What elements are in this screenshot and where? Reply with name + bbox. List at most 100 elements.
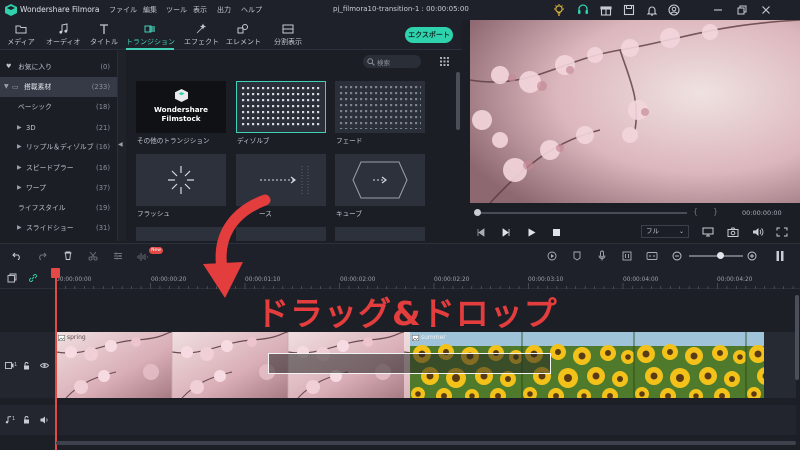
menu-edit[interactable]: 編集 bbox=[143, 5, 157, 15]
transition-thumb-fade[interactable] bbox=[335, 81, 425, 133]
menu-view[interactable]: 表示 bbox=[193, 5, 207, 15]
link-icon[interactable] bbox=[28, 273, 38, 283]
timeline-vertical-scrollbar[interactable] bbox=[795, 295, 799, 380]
tab-audio-label: オーディオ bbox=[46, 38, 81, 46]
category-lifestyle[interactable]: ライフスタイル (19) bbox=[0, 198, 118, 218]
tab-titles-label: タイトル bbox=[90, 38, 118, 46]
seek-handle[interactable] bbox=[474, 209, 481, 216]
expand-arrow-icon: ▶ bbox=[17, 124, 22, 131]
transition-thumb-dissolve[interactable] bbox=[236, 81, 326, 133]
marker-icon[interactable] bbox=[572, 251, 582, 261]
lock-icon[interactable] bbox=[23, 416, 30, 424]
text-icon bbox=[100, 24, 108, 34]
audio-waveform-icon[interactable] bbox=[136, 252, 148, 262]
category-label: ワープ bbox=[26, 184, 46, 192]
flash-burst-icon bbox=[168, 166, 194, 194]
transition-thumb-filmstock[interactable]: Wondershare Filmstock bbox=[136, 81, 226, 133]
snapshot-camera-icon[interactable] bbox=[727, 227, 739, 237]
render-preview-icon[interactable] bbox=[547, 251, 557, 261]
fullscreen-icon[interactable] bbox=[776, 227, 788, 237]
transition-drop-zone[interactable] bbox=[268, 353, 551, 374]
zoom-in-icon[interactable] bbox=[747, 251, 757, 261]
expand-arrow-icon: ▶ bbox=[17, 143, 22, 150]
transition-thumb-row4[interactable] bbox=[335, 227, 425, 241]
zoom-slider[interactable] bbox=[689, 255, 743, 257]
delete-icon[interactable] bbox=[63, 251, 73, 260]
transition-label: その他のトランジション bbox=[137, 137, 210, 145]
adjust-icon[interactable] bbox=[113, 251, 123, 261]
tab-split-screen-label: 分割表示 bbox=[274, 38, 302, 46]
add-track-icon[interactable] bbox=[7, 273, 17, 283]
stop-icon[interactable] bbox=[552, 228, 561, 237]
menu-tools[interactable]: ツール bbox=[166, 5, 187, 15]
zoom-out-icon[interactable] bbox=[672, 251, 682, 261]
menu-export[interactable]: 出力 bbox=[217, 5, 231, 15]
ruler-label: 00:00:04:20 bbox=[717, 277, 753, 283]
playhead-handle[interactable] bbox=[51, 268, 60, 278]
scissors-icon[interactable] bbox=[88, 251, 98, 261]
category-basic[interactable]: ベーシック (18) bbox=[0, 97, 118, 117]
preview-quality-select[interactable]: フル ⌄ bbox=[641, 225, 689, 238]
mark-out-icon[interactable]: } bbox=[713, 207, 718, 216]
category-slideshow[interactable]: ▶ スライドショー (31) bbox=[0, 218, 118, 238]
grid-view-icon[interactable] bbox=[440, 57, 449, 66]
export-button[interactable]: エクスポート bbox=[405, 27, 453, 43]
notification-bell-icon[interactable] bbox=[645, 3, 659, 17]
minimize-icon[interactable] bbox=[711, 3, 725, 17]
previous-frame-icon[interactable] bbox=[476, 228, 486, 237]
lock-icon[interactable] bbox=[23, 362, 30, 370]
tab-effects[interactable]: エフェクト bbox=[184, 20, 219, 50]
category-3d[interactable]: ▶ 3D (21) bbox=[0, 118, 118, 138]
library-scrollbar[interactable] bbox=[456, 72, 460, 130]
volume-icon[interactable] bbox=[752, 227, 764, 237]
seek-bar[interactable] bbox=[477, 212, 687, 214]
timeline-horizontal-scrollbar[interactable] bbox=[56, 441, 796, 445]
playhead[interactable] bbox=[55, 268, 57, 450]
category-warp[interactable]: ▶ ワープ (37) bbox=[0, 178, 118, 198]
category-label: スピードブラー bbox=[26, 164, 74, 172]
tab-media[interactable]: メディア bbox=[6, 20, 36, 50]
music-note-icon bbox=[59, 23, 68, 34]
restore-icon[interactable] bbox=[735, 3, 749, 17]
play-step-icon[interactable] bbox=[501, 228, 511, 237]
eye-icon[interactable] bbox=[40, 362, 49, 369]
play-icon[interactable] bbox=[527, 228, 536, 237]
tab-titles[interactable]: タイトル bbox=[90, 20, 118, 50]
collapse-panel-icon[interactable]: ◀ bbox=[118, 141, 123, 148]
pause-track-icon[interactable] bbox=[775, 250, 785, 262]
save-icon[interactable] bbox=[622, 3, 636, 17]
gift-icon[interactable] bbox=[599, 3, 613, 17]
monitor-icon[interactable] bbox=[702, 227, 714, 237]
folder-icon: ▭ bbox=[12, 83, 19, 91]
menu-file[interactable]: ファイル bbox=[109, 5, 137, 15]
video-track-header: 1 bbox=[0, 332, 56, 398]
tab-elements[interactable]: エレメント bbox=[226, 20, 261, 50]
undo-icon[interactable] bbox=[12, 251, 22, 260]
subtitle-icon[interactable] bbox=[646, 251, 658, 261]
support-headset-icon[interactable] bbox=[576, 3, 590, 17]
audio-track[interactable] bbox=[0, 405, 796, 435]
video-track-number: 1 bbox=[14, 362, 18, 368]
category-speed-blur[interactable]: ▶ スピードブラー (16) bbox=[0, 158, 118, 178]
redo-icon[interactable] bbox=[37, 251, 47, 260]
tab-transitions[interactable]: トランジション bbox=[126, 20, 175, 50]
transition-thumb-cube[interactable] bbox=[335, 154, 425, 206]
lightbulb-icon[interactable] bbox=[552, 3, 566, 17]
category-built-in[interactable]: ▼ ▭ 搭載素材 (233) bbox=[0, 77, 118, 97]
quality-value: フル bbox=[646, 227, 659, 235]
zoom-slider-handle[interactable] bbox=[717, 252, 724, 259]
account-icon[interactable] bbox=[667, 3, 681, 17]
mark-in-icon[interactable]: { bbox=[693, 207, 698, 216]
microphone-icon[interactable] bbox=[597, 250, 607, 261]
close-icon[interactable] bbox=[759, 3, 773, 17]
category-favorites[interactable]: ♥ お気に入り (0) bbox=[0, 57, 118, 77]
tab-audio[interactable]: オーディオ bbox=[46, 20, 81, 50]
element-icon bbox=[237, 24, 248, 34]
menu-help[interactable]: ヘルプ bbox=[241, 5, 262, 15]
tab-split-screen[interactable]: 分割表示 bbox=[270, 20, 306, 50]
speaker-icon[interactable] bbox=[40, 416, 49, 424]
category-count: (233) bbox=[91, 83, 110, 91]
category-ripple-dissolve[interactable]: ▶ リップル＆ディゾルブ (16) bbox=[0, 137, 118, 157]
audio-mixer-icon[interactable] bbox=[622, 251, 632, 261]
chevron-down-icon: ⌄ bbox=[678, 228, 684, 235]
